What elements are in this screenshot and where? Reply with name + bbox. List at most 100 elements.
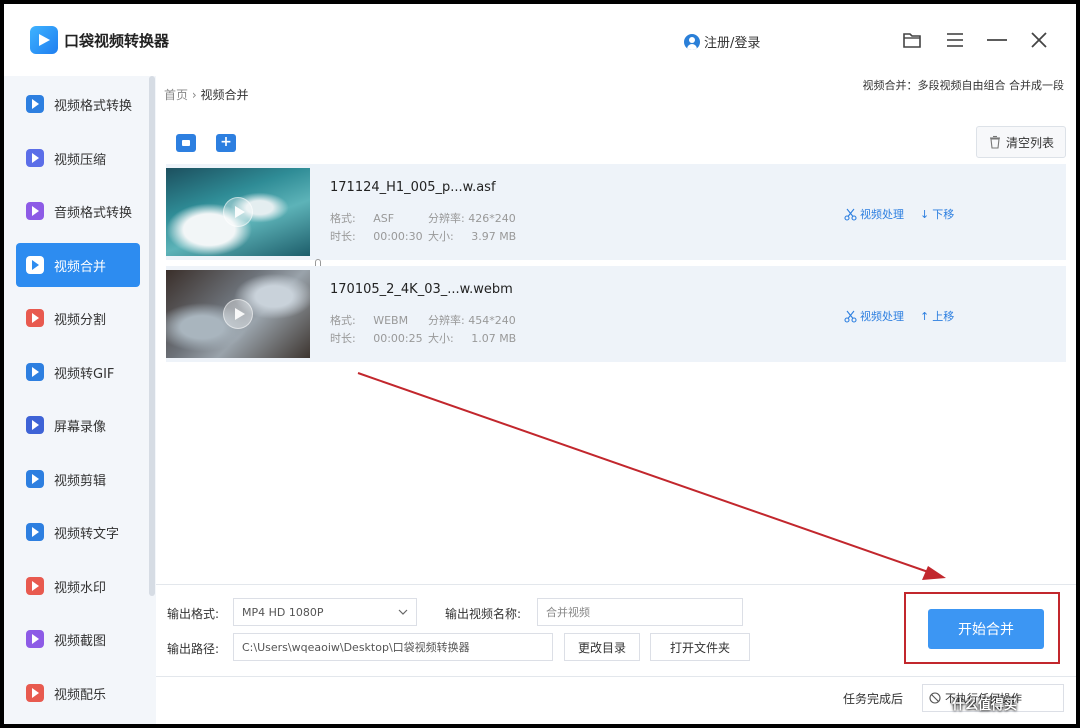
sidebar-item-label: 视频合并 [54,259,107,275]
scissors-icon [844,208,857,221]
video-duration: 时长: 00:00:30 [330,230,423,243]
sidebar-item-watermark[interactable]: 视频水印 [16,564,140,608]
video-resolution: 分辨率: 454*240 [428,314,516,327]
video-duration: 时长: 00:00:25 [330,332,423,345]
clear-list-label: 清空列表 [1005,135,1054,150]
breadcrumb-home[interactable]: 首页 [164,88,188,102]
minimize-button[interactable] [982,26,1012,54]
no-action-icon [929,692,941,704]
sidebar-item-format-convert[interactable]: 视频格式转换 [16,82,140,126]
sidebar-scrollbar[interactable] [149,76,155,596]
output-format-label: 输出格式: [167,607,220,621]
output-name-input[interactable]: 合并视频 [537,598,743,626]
sidebar-item-label: 视频转GIF [54,366,115,382]
app-window: 口袋视频转换器 注册/登录 视频格式转换 视频压缩 音频格式转换 视频合并 视频… [4,4,1076,724]
soundtrack-icon [26,684,44,702]
arrow-down-icon: ↓ [920,207,930,221]
open-folder-button[interactable]: 打开文件夹 [650,633,750,661]
merge-icon [26,256,44,274]
sidebar-item-to-text[interactable]: 视频转文字 [16,510,140,554]
video-list-item[interactable]: 171124_H1_005_p...w.asf 格式: ASF 分辨率: 426… [166,164,1066,260]
site-watermark: 什么值得买 [952,698,1018,713]
trash-icon [989,135,1000,149]
annotation-highlight-box [904,592,1060,664]
feature-hint: 视频合并：多段视频自由组合 合并成一段 [862,79,1065,92]
play-icon[interactable] [223,299,253,329]
play-icon[interactable] [223,197,253,227]
login-link[interactable]: 注册/登录 [684,32,760,51]
video-process-button[interactable]: 视频处理 [844,308,904,324]
move-down-button[interactable]: ↓ 下移 [920,206,954,222]
output-format-select[interactable]: MP4 HD 1080P [233,598,417,626]
change-directory-button[interactable]: 更改目录 [564,633,640,661]
sidebar-item-label: 视频转文字 [54,526,120,542]
video-process-button[interactable]: 视频处理 [844,206,904,222]
add-file-icon[interactable] [176,134,196,152]
breadcrumb-current: 视频合并 [200,88,249,102]
sidebar-item-label: 视频剪辑 [54,473,107,489]
breadcrumb-separator: › [191,88,197,102]
scissors-icon [844,310,857,323]
video-name: 171124_H1_005_p...w.asf [330,180,496,195]
sidebar-item-split[interactable]: 视频分割 [16,296,140,340]
video-convert-icon [26,95,44,113]
video-thumbnail[interactable] [166,270,310,358]
sidebar-item-label: 音频格式转换 [54,205,133,221]
sidebar-item-label: 视频格式转换 [54,98,133,114]
sidebar-item-label: 视频压缩 [54,152,107,168]
video-name: 170105_2_4K_03_...w.webm [330,282,513,297]
audio-convert-icon [26,202,44,220]
sidebar-item-label: 屏幕录像 [54,419,107,435]
sidebar-item-label: 视频配乐 [54,687,107,703]
sidebar-item-label: 视频截图 [54,633,107,649]
chevron-down-icon [398,609,408,615]
sidebar-item-soundtrack[interactable]: 视频配乐 [16,671,140,715]
folder-button[interactable] [897,26,927,54]
move-up-button[interactable]: ↑ 上移 [920,308,954,324]
video-size: 大小: 3.97 MB [428,230,517,243]
video-resolution: 分辨率: 426*240 [428,212,516,225]
menu-icon [947,33,963,47]
video-format: 格式: ASF [330,212,395,225]
minimize-icon [987,39,1007,41]
breadcrumb: 首页 › 视频合并 [164,86,249,103]
sidebar-item-compress[interactable]: 视频压缩 [16,136,140,180]
output-path-input[interactable]: C:\Users\wqeaoiw\Desktop\口袋视频转换器 [233,633,553,661]
screen-record-icon [26,416,44,434]
arrow-up-icon: ↑ [920,309,930,323]
avatar-icon [684,33,700,50]
app-title: 口袋视频转换器 [64,32,170,50]
video-list-item[interactable]: 170105_2_4K_03_...w.webm 格式: WEBM 分辨率: 4… [166,266,1066,362]
screenshot-icon [26,630,44,648]
video-size: 大小: 1.07 MB [428,332,517,345]
video-edit-icon [26,470,44,488]
sidebar: 视频格式转换 视频压缩 音频格式转换 视频合并 视频分割 视频转GIF 屏幕录像… [4,76,156,724]
video-thumbnail[interactable] [166,168,310,256]
split-icon [26,309,44,327]
sidebar-item-screen-record[interactable]: 屏幕录像 [16,403,140,447]
close-icon [1031,32,1047,48]
output-path-label: 输出路径: [167,642,220,656]
gif-icon [26,363,44,381]
output-name-label: 输出视频名称: [445,607,522,621]
watermark-icon [26,577,44,595]
title-bar: 口袋视频转换器 注册/登录 [4,4,1076,76]
after-task-label: 任务完成后 [843,692,904,706]
clear-list-button[interactable]: 清空列表 [976,126,1066,158]
sidebar-item-screenshot[interactable]: 视频截图 [16,617,140,661]
close-button[interactable] [1024,26,1054,54]
sidebar-item-label: 视频分割 [54,312,107,328]
folder-icon [903,33,921,48]
sidebar-item-merge[interactable]: 视频合并 [16,243,140,287]
sidebar-item-audio-convert[interactable]: 音频格式转换 [16,189,140,233]
video-format: 格式: WEBM [330,314,409,327]
to-text-icon [26,523,44,541]
menu-button[interactable] [940,26,970,54]
sidebar-item-edit[interactable]: 视频剪辑 [16,457,140,501]
add-folder-icon[interactable] [216,133,236,152]
sidebar-item-to-gif[interactable]: 视频转GIF [16,350,140,394]
compress-icon [26,149,44,167]
app-logo-icon [30,26,58,54]
sidebar-item-label: 视频水印 [54,580,107,596]
login-label: 注册/登录 [704,36,761,51]
